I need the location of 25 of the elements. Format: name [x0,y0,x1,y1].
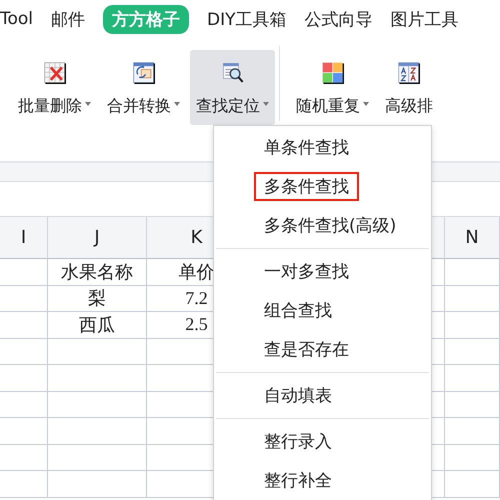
table-cell: 水果名称 [48,259,147,286]
column-header[interactable]: I [0,217,48,259]
ribbon-tab[interactable]: 图片工具 [390,6,459,32]
menu-item[interactable]: 组合查找 [254,296,342,325]
ribbon-tab[interactable]: 邮件 [51,6,86,32]
toolbar-button[interactable]: 高级排 [379,50,439,125]
ribbon-tab[interactable]: 公式向导 [304,6,373,32]
menu-item[interactable]: 多条件查找 [254,172,359,201]
menu-item[interactable]: 自动填表 [254,381,342,410]
toolbar-button[interactable]: 合并转换 [101,50,186,125]
table-cell: 西瓜 [48,312,147,338]
ribbon-tab[interactable]: DIY工具箱 [207,6,287,32]
menu-item[interactable]: 整行录入 [254,427,342,456]
toolbar-button[interactable]: 查找定位 [190,50,275,125]
menu-item[interactable]: 单条件查找 [254,133,359,162]
menu-item[interactable]: 查是否存在 [254,335,359,364]
toolbar-button[interactable]: 批量删除 [12,50,97,125]
menu-item[interactable]: 一对多查找 [254,257,359,286]
toolbar-button[interactable]: 随机重复 [290,50,375,125]
column-header[interactable]: N [445,217,500,259]
menu-item[interactable]: 整行补全 [254,466,342,495]
column-header[interactable]: J [48,217,147,259]
table-cell: 梨 [48,286,147,312]
ribbon-tab[interactable]: Tool [0,7,34,31]
menu-item[interactable]: 多条件查找(高级) [254,211,406,240]
